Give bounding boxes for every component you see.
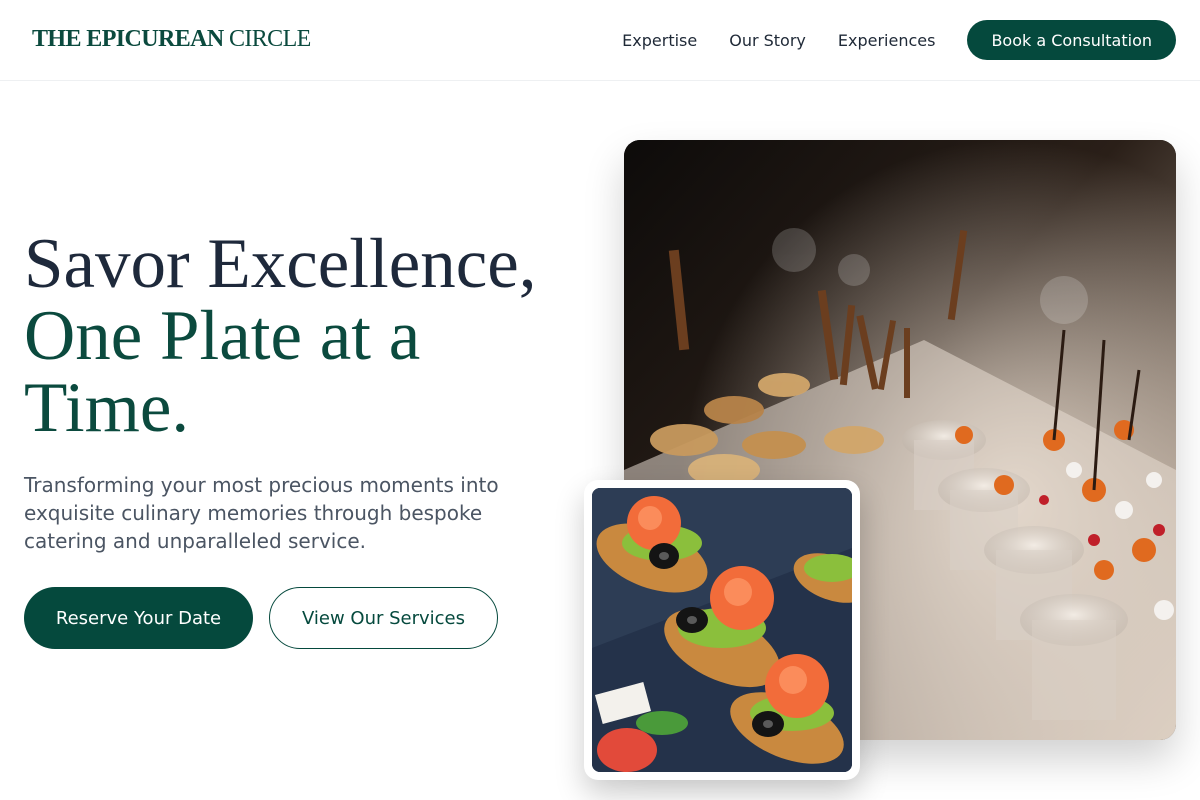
main-nav: Expertise Our Story Experiences Book a C… bbox=[622, 20, 1176, 60]
nav-link-our-story[interactable]: Our Story bbox=[729, 31, 806, 50]
hero-subtitle: Transforming your most precious moments … bbox=[24, 473, 499, 553]
hero-title: Savor Excellence, One Plate at a Time. bbox=[24, 228, 584, 444]
hero-title-line1: Savor Excellence, bbox=[24, 225, 537, 303]
reserve-date-button[interactable]: Reserve Your Date bbox=[24, 587, 253, 649]
nav-link-experiences[interactable]: Experiences bbox=[838, 31, 936, 50]
salmon-canape-illustration bbox=[592, 488, 852, 772]
view-services-button[interactable]: View Our Services bbox=[269, 587, 498, 649]
hero-secondary-image-card bbox=[584, 480, 860, 780]
site-header: THE EPICUREAN CIRCLE Expertise Our Story… bbox=[0, 0, 1200, 81]
brand-name-bold: THE EPICUREAN bbox=[32, 26, 224, 52]
hero-title-line2: One Plate at a Time. bbox=[24, 297, 421, 447]
nav-link-expertise[interactable]: Expertise bbox=[622, 31, 697, 50]
brand-name-light: CIRCLE bbox=[228, 26, 311, 52]
book-consultation-button[interactable]: Book a Consultation bbox=[967, 20, 1176, 60]
hero-secondary-image bbox=[592, 488, 852, 772]
brand-logo[interactable]: THE EPICUREAN CIRCLE bbox=[32, 26, 311, 53]
